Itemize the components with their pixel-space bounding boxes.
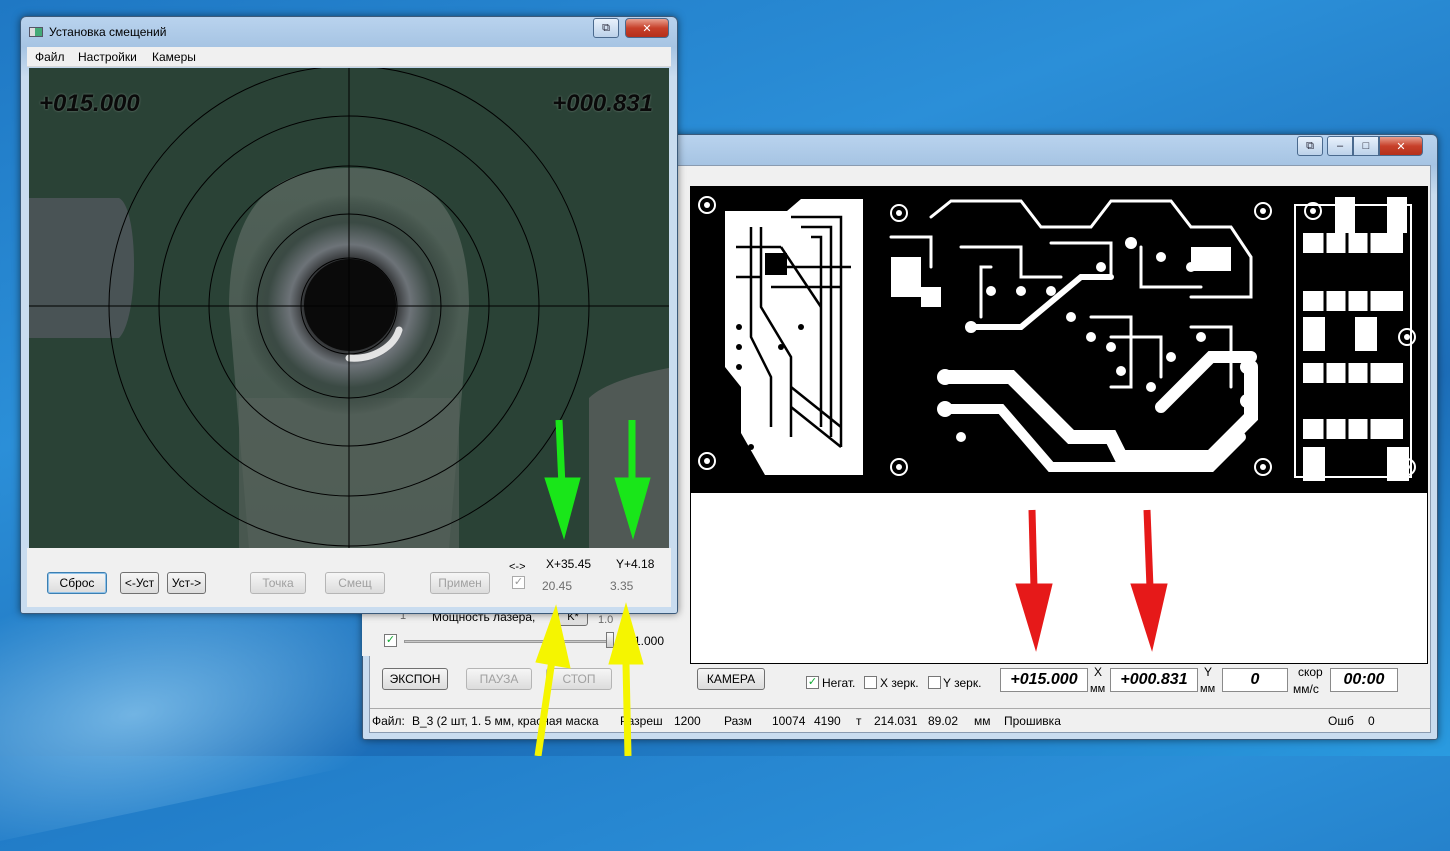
menu-file[interactable]: Файл bbox=[35, 50, 65, 64]
set-left-button[interactable]: <-Уст bbox=[120, 572, 159, 594]
offset-controls: Сброс <-Уст Уст-> Точка Смещ Примен <-> … bbox=[27, 548, 671, 607]
x-mirror-label: X зерк. bbox=[880, 676, 919, 690]
y-mirror-label: Y зерк. bbox=[943, 676, 982, 690]
time-readout: 00:00 bbox=[1330, 668, 1398, 692]
y-offset-label: Y+4.18 bbox=[616, 557, 655, 571]
status-size-label: Разм bbox=[724, 714, 752, 728]
offset-title-bar[interactable]: Установка смещений ⧉ ✕ bbox=[21, 17, 677, 47]
x-offset-value: 20.45 bbox=[542, 579, 573, 593]
speed-label-bottom: мм/с bbox=[1293, 682, 1319, 696]
caption-buttons: ⧉ – □ ✕ bbox=[1297, 136, 1423, 156]
status-size-width: 10074 bbox=[772, 714, 806, 728]
apply-button[interactable]: Примен bbox=[430, 572, 490, 594]
laser-power-slider-thumb[interactable] bbox=[606, 632, 614, 648]
offset-dialog: Установка смещений ⧉ ✕ Файл Настройки Ка… bbox=[20, 16, 678, 614]
status-unit: мм bbox=[974, 714, 991, 728]
laser-power-scale-10: 1.0 bbox=[598, 614, 614, 626]
speed-readout: 0 bbox=[1222, 668, 1288, 692]
camera-y-overlay: +000.831 bbox=[552, 90, 653, 117]
menu-bar: Файл Настройки Камеры bbox=[27, 47, 671, 67]
offset-caption-buttons: ⧉ ✕ bbox=[593, 18, 669, 38]
camera-button[interactable]: КАМЕРА bbox=[697, 668, 765, 690]
y-position-readout: +000.831 bbox=[1110, 668, 1198, 692]
y-axis-label: Y bbox=[1204, 665, 1213, 679]
offset-close-button[interactable]: ✕ bbox=[625, 18, 669, 38]
set-right-button[interactable]: Уст-> bbox=[167, 572, 206, 594]
laser-power-value: 1.000 bbox=[634, 634, 665, 648]
speed-label-top: скор bbox=[1298, 665, 1323, 679]
status-t-height: 89.02 bbox=[928, 714, 959, 728]
x-axis-label: X bbox=[1094, 665, 1103, 679]
reset-button[interactable]: Сброс bbox=[47, 572, 107, 594]
negative-checkbox[interactable]: ✓ bbox=[806, 676, 819, 689]
pcb-image bbox=[691, 187, 1427, 493]
offset-dialog-title: Установка смещений bbox=[49, 25, 167, 39]
minimize-button[interactable]: – bbox=[1327, 136, 1353, 156]
status-resolution-value: 1200 bbox=[674, 714, 701, 728]
x-position-readout: +015.000 bbox=[1000, 668, 1088, 692]
menu-cameras[interactable]: Камеры bbox=[152, 50, 196, 64]
negative-label: Негат. bbox=[822, 676, 856, 690]
status-bar: Файл: B_3 (2 шт, 1. 5 мм, красная маска … bbox=[370, 708, 1430, 732]
status-firmware: Прошивка bbox=[1004, 714, 1061, 728]
x-mirror-checkbox[interactable] bbox=[864, 676, 877, 689]
swap-label: <-> bbox=[509, 561, 526, 573]
status-size-height: 4190 bbox=[814, 714, 841, 728]
status-t-label: т bbox=[856, 714, 862, 728]
restore-pane-icon[interactable]: ⧉ bbox=[593, 18, 619, 38]
expose-button[interactable]: ЭКСПОН bbox=[382, 668, 448, 690]
app-icon bbox=[29, 27, 43, 37]
point-button[interactable]: Точка bbox=[250, 572, 306, 594]
status-t-width: 214.031 bbox=[874, 714, 918, 728]
status-error-label: Ошб bbox=[1328, 714, 1354, 728]
status-file-label: Файл: bbox=[372, 714, 405, 728]
camera-image bbox=[29, 68, 669, 548]
camera-view[interactable]: +015.000 +000.831 bbox=[29, 68, 669, 548]
laser-power-slider[interactable] bbox=[404, 640, 614, 643]
x-unit-label: мм bbox=[1090, 683, 1106, 695]
status-error-value: 0 bbox=[1368, 714, 1375, 728]
x-offset-label: X+35.45 bbox=[546, 557, 592, 571]
status-resolution-label: Разреш bbox=[620, 714, 663, 728]
offset-button[interactable]: Смещ bbox=[325, 572, 385, 594]
camera-x-overlay: +015.000 bbox=[39, 90, 140, 117]
maximize-button[interactable]: □ bbox=[1353, 136, 1379, 156]
restore-pane-icon[interactable]: ⧉ bbox=[1297, 136, 1323, 156]
y-unit-label: мм bbox=[1200, 683, 1216, 695]
pcb-preview-area bbox=[690, 186, 1428, 664]
menu-settings[interactable]: Настройки bbox=[78, 50, 137, 64]
y-offset-value: 3.35 bbox=[610, 579, 634, 593]
stop-button[interactable]: СТОП bbox=[546, 668, 612, 690]
y-mirror-checkbox[interactable] bbox=[928, 676, 941, 689]
status-file-value: B_3 (2 шт, 1. 5 мм, красная маска bbox=[412, 714, 599, 728]
swap-checkbox[interactable]: ✓ bbox=[512, 576, 525, 589]
pause-button[interactable]: ПАУЗА bbox=[466, 668, 532, 690]
laser-power-checkbox[interactable]: ✓ bbox=[384, 634, 397, 647]
close-button[interactable]: ✕ bbox=[1379, 136, 1423, 156]
